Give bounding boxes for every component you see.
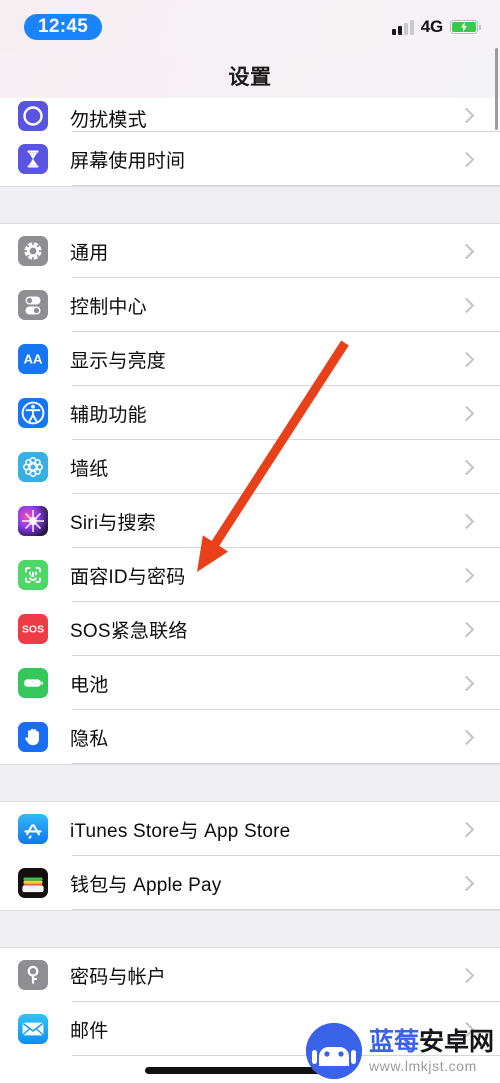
chevron-right-icon — [456, 494, 482, 548]
status-time-pill: 12:45 — [24, 14, 103, 40]
settings-row[interactable]: 隐私 — [0, 710, 500, 764]
row-separator — [72, 909, 500, 910]
key-icon — [18, 960, 48, 990]
settings-row-label: 密码与帐户 — [70, 966, 167, 988]
watermark-brand-dark: 安卓网 — [418, 1027, 494, 1056]
settings-row-label: 邮件 — [70, 1020, 109, 1042]
chevron-right-icon — [456, 802, 482, 856]
settings-row-label: Siri与搜索 — [70, 512, 156, 534]
settings-row[interactable]: 面容ID与密码 — [0, 548, 500, 602]
group-separator — [0, 186, 500, 224]
watermark-brand-blue: 蓝莓 — [368, 1027, 419, 1056]
row-separator — [72, 185, 500, 186]
page-title: 设置 — [228, 66, 272, 89]
lightning-bolt-icon — [461, 21, 467, 33]
wallet-icon — [18, 868, 48, 898]
status-right-cluster: 4G — [391, 17, 481, 37]
screen-time-icon — [18, 144, 48, 174]
settings-row[interactable]: 钱包与 Apple Pay — [0, 856, 500, 910]
chevron-right-icon — [456, 602, 482, 656]
control-center-icon — [18, 290, 48, 320]
settings-row-label: 控制中心 — [70, 296, 147, 318]
mascot-icon — [305, 1023, 362, 1079]
chevron-right-icon — [456, 656, 482, 710]
face-id-icon — [18, 560, 48, 590]
group-separator — [0, 910, 500, 948]
iphone-settings-screen: 12:45 4G 设置 勿扰模式 屏幕使用时间 通用 控制中心 AA 显示与亮度… — [0, 0, 500, 1083]
watermark-text: 蓝莓安卓网 www.lmkjst.com — [368, 1027, 494, 1074]
settings-group-group-store: iTunes Store与 App Store 钱包与 Apple Pay — [0, 802, 500, 910]
watermark-brand: 蓝莓安卓网 — [368, 1027, 494, 1056]
gear-icon — [18, 236, 48, 266]
chevron-right-icon — [456, 224, 482, 278]
settings-row[interactable]: 控制中心 — [0, 278, 500, 332]
battery-charging-icon — [450, 20, 481, 34]
network-type-label: 4G — [420, 17, 443, 36]
settings-row-label: 墙纸 — [70, 458, 109, 480]
site-watermark: 蓝莓安卓网 www.lmkjst.com — [305, 1023, 494, 1079]
settings-row-label: 屏幕使用时间 — [70, 150, 186, 172]
chevron-right-icon — [456, 856, 482, 910]
settings-row[interactable]: 辅助功能 — [0, 386, 500, 440]
battery-icon — [18, 668, 48, 698]
app-store-icon — [18, 814, 48, 844]
accessibility-icon — [18, 398, 48, 428]
row-separator — [72, 763, 500, 764]
settings-row[interactable]: 电池 — [0, 656, 500, 710]
privacy-hand-icon — [18, 722, 48, 752]
chevron-right-icon — [456, 332, 482, 386]
do-not-disturb-icon — [18, 101, 48, 131]
settings-row[interactable]: iTunes Store与 App Store — [0, 802, 500, 856]
cellular-signal-icon — [391, 19, 414, 35]
display-brightness-icon: AA — [18, 344, 48, 374]
vertical-scrollbar[interactable] — [494, 48, 498, 130]
status-bar: 12:45 4G — [0, 0, 500, 54]
settings-row-label: 隐私 — [70, 728, 109, 750]
settings-row[interactable]: 墙纸 — [0, 440, 500, 494]
settings-row-label: iTunes Store与 App Store — [70, 820, 291, 842]
settings-row[interactable]: 屏幕使用时间 — [0, 132, 500, 186]
settings-row[interactable]: 密码与帐户 — [0, 948, 500, 1002]
chevron-right-icon — [456, 132, 482, 186]
settings-row-label: 勿扰模式 — [70, 110, 147, 131]
chevron-right-icon — [456, 278, 482, 332]
siri-icon — [18, 506, 48, 536]
settings-row[interactable]: 通用 — [0, 224, 500, 278]
settings-row-label: 通用 — [70, 242, 109, 264]
chevron-right-icon — [456, 948, 482, 1002]
settings-row[interactable]: 勿扰模式 — [0, 98, 500, 132]
mail-icon — [18, 1014, 48, 1044]
settings-row[interactable]: Siri与搜索 — [0, 494, 500, 548]
svg-text:SOS: SOS — [22, 624, 44, 636]
chevron-right-icon — [456, 710, 482, 764]
settings-row-label: 电池 — [70, 674, 109, 696]
settings-list[interactable]: 勿扰模式屏幕使用时间 通用 控制中心 AA 显示与亮度 辅助功能 墙纸 Siri与搜… — [0, 98, 500, 1083]
group-separator — [0, 764, 500, 802]
wallpaper-icon — [18, 452, 48, 482]
emergency-sos-icon: SOS — [18, 614, 48, 644]
settings-group-group-top: 勿扰模式屏幕使用时间 — [0, 98, 500, 186]
chevron-right-icon — [456, 386, 482, 440]
settings-row[interactable]: SOS SOS紧急联络 — [0, 602, 500, 656]
watermark-url: www.lmkjst.com — [368, 1057, 477, 1074]
svg-text:AA: AA — [24, 352, 43, 367]
settings-group-group-system: 通用 控制中心 AA 显示与亮度 辅助功能 墙纸 Siri与搜索 面容ID与密码 SO… — [0, 224, 500, 764]
chevron-right-icon — [456, 440, 482, 494]
settings-row-label: 钱包与 Apple Pay — [70, 874, 222, 896]
settings-row[interactable]: AA 显示与亮度 — [0, 332, 500, 386]
settings-row-label: 辅助功能 — [70, 404, 147, 426]
settings-row-label: 显示与亮度 — [70, 350, 167, 372]
chevron-right-icon — [456, 548, 482, 602]
navigation-bar: 设置 — [0, 54, 500, 98]
settings-row-label: 面容ID与密码 — [70, 566, 186, 588]
chevron-right-icon — [456, 98, 482, 132]
settings-row-label: SOS紧急联络 — [70, 620, 188, 642]
android-mascot-glyph — [305, 1023, 362, 1079]
